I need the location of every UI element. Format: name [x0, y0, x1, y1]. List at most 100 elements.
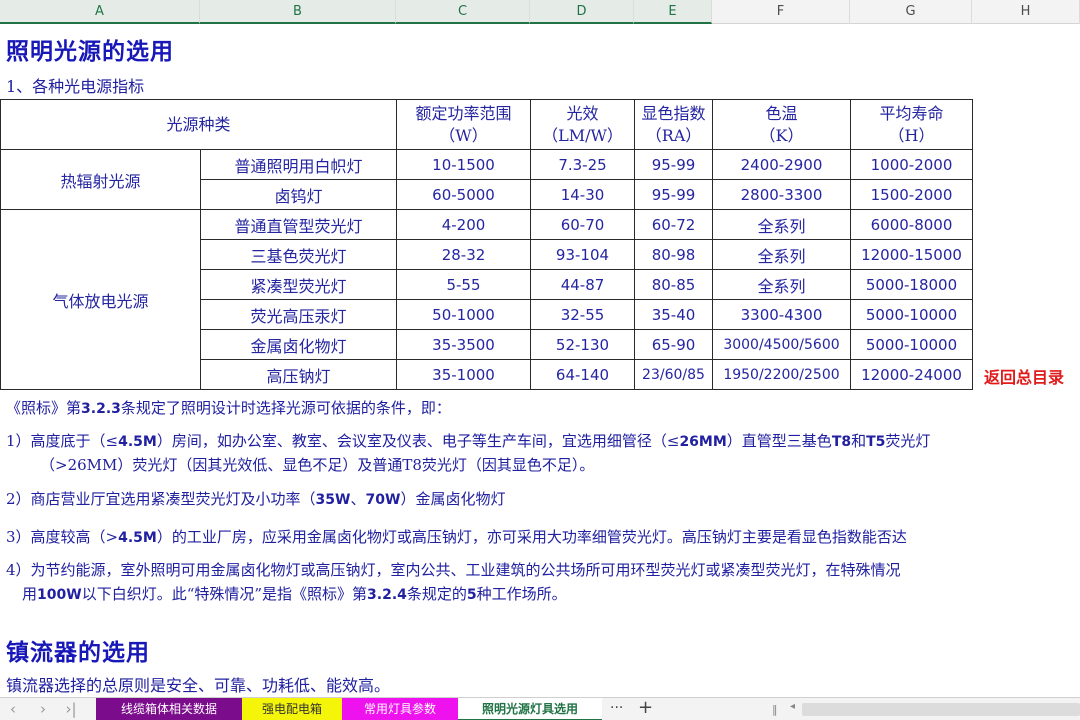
cell-cct[interactable]: 全系列 — [712, 239, 851, 270]
intro-c: 条规定了照明设计时选择光源可依据的条件，即： — [120, 399, 451, 417]
cell-cri[interactable]: 80-98 — [634, 239, 713, 270]
cell-cri[interactable]: 60-72 — [634, 209, 713, 240]
cell-life[interactable]: 5000-10000 — [850, 299, 973, 330]
cell-name[interactable]: 高压钠灯 — [200, 359, 397, 390]
cell-life[interactable]: 6000-8000 — [850, 209, 973, 240]
cell-cct[interactable]: 2400-2900 — [712, 149, 851, 180]
table-row: 热辐射光源 普通照明用白帜灯 10-1500 7.3-25 95-99 2400… — [0, 149, 973, 210]
cell-name[interactable]: 荧光高压汞灯 — [200, 299, 397, 330]
cell-cri[interactable]: 65-90 — [634, 329, 713, 360]
cell-cct[interactable]: 3000/4500/5600 — [712, 329, 851, 360]
section-subtitle: 1、各种光电源指标 — [6, 77, 145, 96]
cell-efficacy[interactable]: 93-104 — [530, 239, 635, 270]
cell-cri[interactable]: 23/60/85 — [634, 359, 713, 390]
cell-efficacy[interactable]: 44-87 — [530, 269, 635, 300]
cell-power[interactable]: 50-1000 — [396, 299, 531, 330]
cell-power[interactable]: 5-55 — [396, 269, 531, 300]
column-header-c[interactable]: C — [396, 0, 530, 24]
horizontal-scrollbar[interactable] — [802, 703, 1080, 716]
more-sheets-icon[interactable]: ··· — [610, 698, 623, 720]
cell-life[interactable]: 12000-24000 — [850, 359, 973, 390]
scroll-left-icon[interactable]: ◂ — [790, 701, 795, 712]
header-efficacy[interactable]: 光效 （LM/W） — [530, 99, 635, 150]
cell-name[interactable]: 普通照明用白帜灯 — [200, 149, 397, 180]
p1-i: 荧光灯 — [885, 432, 931, 450]
p4-c: 以下白织灯。此“特殊情况”是指《照标》第 — [81, 585, 368, 603]
header-life[interactable]: 平均寿命 （H） — [850, 99, 973, 150]
column-header-bar: A B C D E F G H — [0, 0, 1080, 24]
cell-efficacy[interactable]: 64-140 — [530, 359, 635, 390]
cell-life[interactable]: 5000-18000 — [850, 269, 973, 300]
group-cell-thermal[interactable]: 热辐射光源 — [0, 149, 201, 210]
cell-name[interactable]: 紧凑型荧光灯 — [200, 269, 397, 300]
cell-power[interactable]: 4-200 — [396, 209, 531, 240]
p4-a: 用 — [22, 585, 38, 603]
cell-life[interactable]: 5000-10000 — [850, 329, 973, 360]
sheet-tab-cable-box[interactable]: 线缆箱体相关数据 — [96, 698, 242, 720]
cell-name[interactable]: 三基色荧光灯 — [200, 239, 397, 270]
cell-cct[interactable]: 全系列 — [712, 269, 851, 300]
intro-b: 3.2.3 — [81, 401, 121, 417]
column-header-d[interactable]: D — [530, 0, 634, 24]
cell-efficacy[interactable]: 32-55 — [530, 299, 635, 330]
header-cct[interactable]: 色温 （K） — [712, 99, 851, 150]
cell-cct[interactable]: 全系列 — [712, 209, 851, 240]
cell-cri[interactable]: 80-85 — [634, 269, 713, 300]
add-sheet-icon[interactable]: + — [638, 698, 653, 720]
sheet-tab-lighting-selection[interactable]: 照明光源灯具选用 — [458, 698, 602, 720]
sheet-tab-lamp-params[interactable]: 常用灯具参数 — [342, 698, 458, 720]
sheet-tab-bar: ‹ › ›| 线缆箱体相关数据 强电配电箱 常用灯具参数 照明光源灯具选用 ··… — [0, 697, 1080, 720]
p1-a: 1）高度底于（≤ — [6, 432, 119, 450]
intro-line: 《照标》第3.2.3条规定了照明设计时选择光源可依据的条件，即： — [6, 396, 451, 421]
cell-power[interactable]: 60-5000 — [396, 179, 531, 210]
p1-g: 和 — [851, 432, 867, 450]
cell-power[interactable]: 28-32 — [396, 239, 531, 270]
p2-a: 2）商店营业厅宜选用紧凑型荧光灯及小功率（ — [6, 490, 316, 508]
column-header-h[interactable]: H — [972, 0, 1080, 24]
cell-cct[interactable]: 2800-3300 — [712, 179, 851, 210]
cell-name[interactable]: 卤钨灯 — [200, 179, 397, 210]
cell-power[interactable]: 35-3500 — [396, 329, 531, 360]
cell-cri[interactable]: 35-40 — [634, 299, 713, 330]
column-header-f[interactable]: F — [712, 0, 850, 24]
paragraph-3: 3）高度较高（>4.5M）的工业厂房，应采用金属卤化物灯或高压钠灯，亦可采用大功… — [6, 525, 907, 550]
cell-name[interactable]: 金属卤化物灯 — [200, 329, 397, 360]
back-to-index-link[interactable]: 返回总目录 — [984, 364, 1064, 388]
group-cell-gas-discharge[interactable]: 气体放电光源 — [0, 209, 201, 390]
prev-sheet-icon[interactable]: ‹ — [4, 698, 22, 720]
cell-power[interactable]: 35-1000 — [396, 359, 531, 390]
table-header-row: 光源种类 额定功率范围 （W） 光效 （LM/W） 显色指数 （RA） 色温 （K） 平… — [0, 99, 973, 150]
cell-efficacy[interactable]: 52-130 — [530, 329, 635, 360]
header-life-label: 平均寿命 — [879, 103, 944, 123]
paragraph-1-line-2: （>26MM）荧光灯（因其光效低、显色不足）及普通T8荧光灯（因其显色不足）。 — [40, 456, 595, 474]
cell-life[interactable]: 1500-2000 — [850, 179, 973, 210]
cell-power[interactable]: 10-1500 — [396, 149, 531, 180]
cell-efficacy[interactable]: 14-30 — [530, 179, 635, 210]
header-cri[interactable]: 显色指数 （RA） — [634, 99, 713, 150]
cell-cct[interactable]: 3300-4300 — [712, 299, 851, 330]
header-light-type[interactable]: 光源种类 — [0, 99, 397, 150]
cell-cri[interactable]: 95-99 — [634, 179, 713, 210]
scrollbar-split-icon[interactable]: ‖ — [772, 703, 778, 716]
p4-g: 种工作场所。 — [476, 585, 567, 603]
sheet-tab-power-box[interactable]: 强电配电箱 — [242, 698, 342, 720]
next-sheet-icon[interactable]: › — [34, 698, 52, 720]
p3-b: 4.5M — [118, 530, 157, 546]
column-header-e[interactable]: E — [634, 0, 712, 24]
column-header-a[interactable]: A — [0, 0, 200, 24]
header-cct-unit: （K） — [759, 125, 804, 145]
column-header-g[interactable]: G — [850, 0, 972, 24]
p2-b: 35W — [315, 492, 351, 508]
paragraph-4-line-2: 用100W以下白织灯。此“特殊情况”是指《照标》第3.2.4条规定的5种工作场所… — [22, 582, 567, 607]
header-efficacy-label: 光效 — [566, 103, 599, 123]
column-header-b[interactable]: B — [200, 0, 396, 24]
last-sheet-icon[interactable]: ›| — [62, 698, 80, 720]
cell-efficacy[interactable]: 60-70 — [530, 209, 635, 240]
cell-life[interactable]: 1000-2000 — [850, 149, 973, 180]
cell-efficacy[interactable]: 7.3-25 — [530, 149, 635, 180]
header-power[interactable]: 额定功率范围 （W） — [396, 99, 531, 150]
cell-life[interactable]: 12000-15000 — [850, 239, 973, 270]
cell-name[interactable]: 普通直管型荧光灯 — [200, 209, 397, 240]
cell-cct[interactable]: 1950/2200/2500 — [712, 359, 851, 390]
cell-cri[interactable]: 95-99 — [634, 149, 713, 180]
